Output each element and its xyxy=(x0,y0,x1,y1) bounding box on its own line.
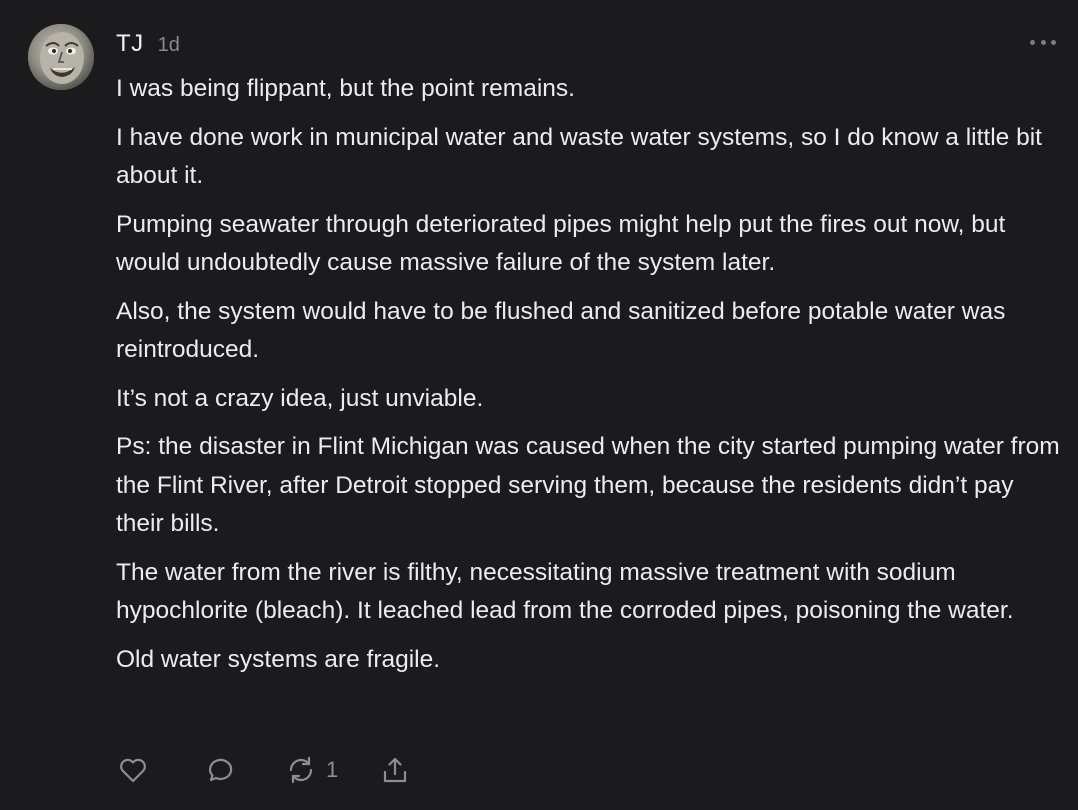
author-name[interactable]: TJ xyxy=(116,30,144,58)
restack-button[interactable]: 1 xyxy=(284,753,338,787)
share-button[interactable] xyxy=(378,753,412,787)
restack-arrows-icon xyxy=(289,756,313,784)
comment-paragraph: The water from the river is filthy, nece… xyxy=(116,558,1014,625)
reply-button[interactable] xyxy=(202,753,236,787)
comment-paragraph: Pumping seawater through deteriorated pi… xyxy=(116,210,1006,277)
restack-count: 1 xyxy=(326,757,339,782)
avatar-face-image xyxy=(28,24,94,90)
more-options-button[interactable] xyxy=(1030,34,1056,50)
more-dot-icon xyxy=(1051,39,1056,45)
comment-body: I was being flippant, but the point rema… xyxy=(116,70,1066,689)
speech-bubble-icon xyxy=(209,758,233,782)
more-dot-icon xyxy=(1040,39,1046,45)
comment-paragraph: It’s not a crazy idea, just unviable. xyxy=(116,384,484,412)
comment-paragraph: Old water systems are fragile. xyxy=(116,645,441,673)
comment-header: TJ 1d xyxy=(116,30,180,60)
share-upload-icon xyxy=(384,757,407,783)
more-dot-icon xyxy=(1030,39,1035,45)
timestamp[interactable]: 1d xyxy=(158,34,180,57)
comment-paragraph: I have done work in municipal water and … xyxy=(116,123,1042,190)
comment-paragraph: Ps: the disaster in Flint Michigan was c… xyxy=(116,433,1060,537)
action-bar: 1 xyxy=(116,750,412,790)
avatar[interactable] xyxy=(28,24,94,90)
comment-paragraph: I was being flippant, but the point rema… xyxy=(116,75,575,102)
heart-icon xyxy=(120,758,146,783)
comment-paragraph: Also, the system would have to be flushe… xyxy=(116,297,1006,364)
like-button[interactable] xyxy=(116,753,150,787)
